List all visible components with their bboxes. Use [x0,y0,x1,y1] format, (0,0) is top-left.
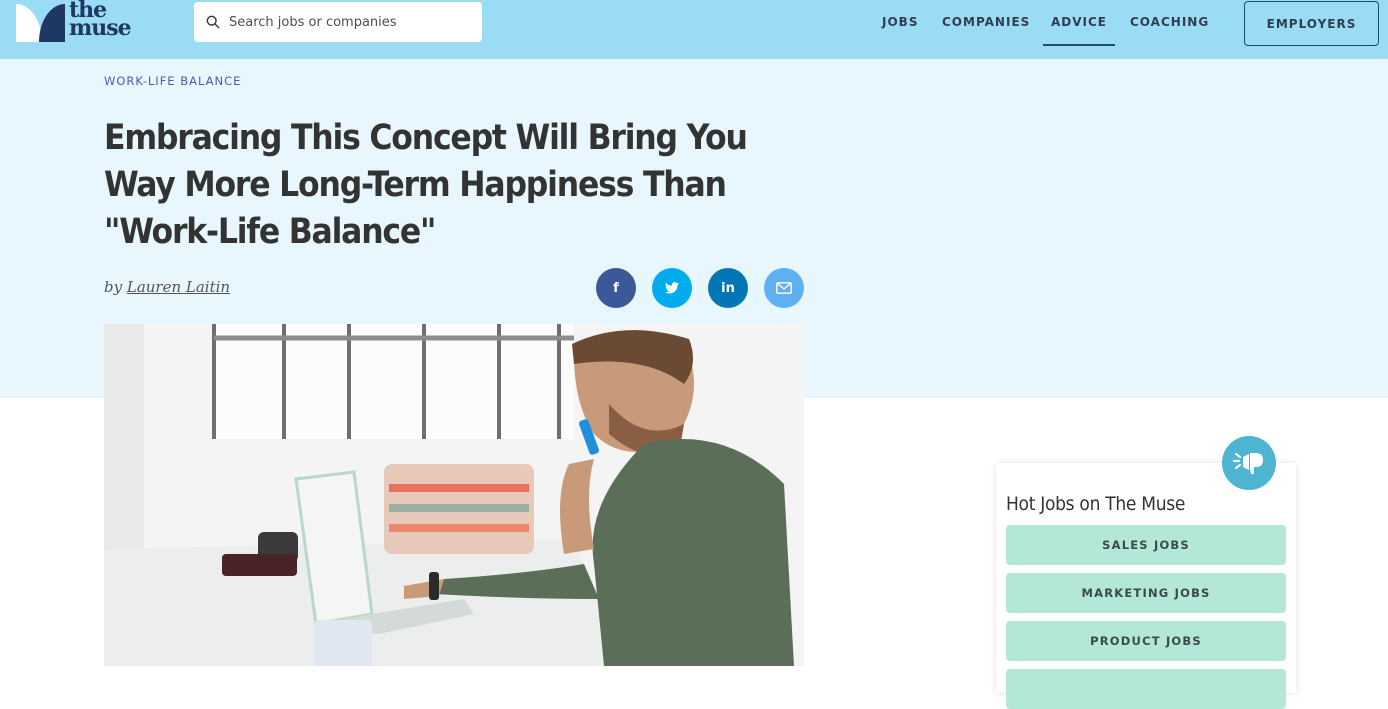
search-input[interactable] [229,14,469,30]
logo-mark-right [39,4,65,42]
nav-companies[interactable]: COMPANIES [942,15,1030,29]
share-facebook-button[interactable]: f [596,268,636,308]
article-hero-image [104,324,804,666]
logo-word-muse: muse [69,15,132,41]
sales-jobs-button[interactable]: SALES JOBS [1006,525,1286,565]
job-category-button[interactable] [1006,669,1286,709]
hot-jobs-card: Hot Jobs on The Muse SALES JOBS MARKETIN… [996,463,1296,709]
megaphone-icon [1232,452,1263,474]
nav-advice[interactable]: ADVICE [1042,15,1116,46]
search-icon [206,15,220,29]
byline-prefix: by [104,278,123,296]
product-jobs-button[interactable]: PRODUCT JOBS [1006,621,1286,661]
nav-jobs[interactable]: JOBS [882,15,918,29]
logo-wordmark: the muse [69,0,132,41]
share-twitter-button[interactable] [652,268,692,308]
share-email-button[interactable] [764,268,804,308]
linkedin-icon: in [721,280,735,296]
logo-mark-left [16,4,42,42]
email-icon [776,282,792,294]
byline: by Lauren Laitin [104,278,230,296]
share-linkedin-button[interactable]: in [708,268,748,308]
the-muse-logo[interactable]: the muse [16,0,136,44]
search-box[interactable] [194,2,482,42]
top-navigation-bar: the muse JOBS COMPANIES ADVICE COACHING … [0,0,1388,59]
hero-image-illustration [104,324,804,666]
marketing-jobs-button[interactable]: MARKETING JOBS [1006,573,1286,613]
twitter-icon [665,282,679,294]
article-category-link[interactable]: WORK-LIFE BALANCE [104,74,241,88]
employers-button[interactable]: EMPLOYERS [1244,1,1379,46]
facebook-icon: f [613,280,619,296]
hot-jobs-title: Hot Jobs on The Muse [1006,493,1186,515]
author-link[interactable]: Lauren Laitin [127,278,230,296]
nav-coaching[interactable]: COACHING [1130,15,1209,29]
megaphone-badge [1222,436,1276,490]
article-title: Embracing This Concept Will Bring You Wa… [104,118,748,252]
